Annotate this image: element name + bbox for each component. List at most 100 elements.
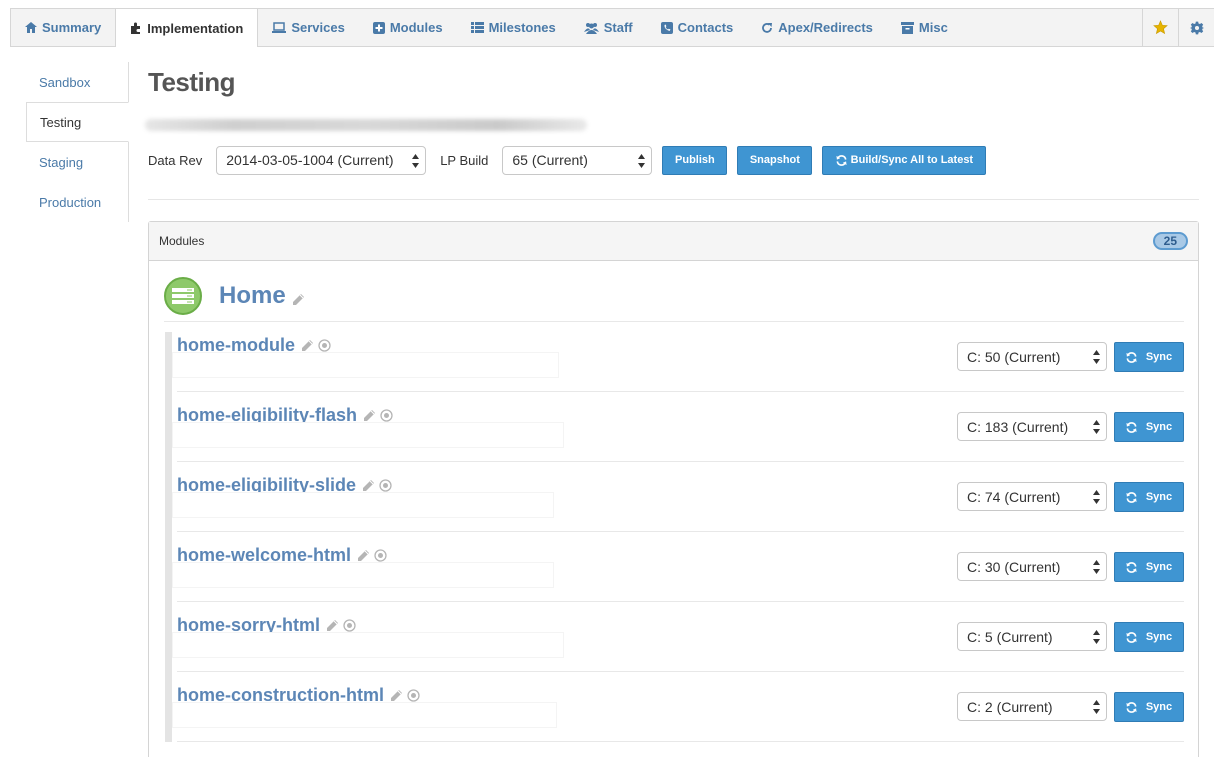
- tab-apex-redirects[interactable]: Apex/Redirects: [747, 9, 887, 46]
- publish-button-label: Publish: [675, 154, 715, 166]
- eye-icon[interactable]: [343, 619, 356, 632]
- select-arrows-icon: [1093, 490, 1100, 504]
- modules-panel: Modules 25 Home home-module C: 50 (Curren…: [148, 221, 1199, 757]
- refresh-icon: [1126, 631, 1141, 643]
- module-group-header: Home: [164, 276, 305, 316]
- snapshot-button[interactable]: Snapshot: [737, 145, 813, 175]
- refresh-icon: [1126, 701, 1141, 713]
- sidebar-item-sandbox[interactable]: Sandbox: [26, 62, 128, 102]
- module-version-select[interactable]: C: 74 (Current): [957, 482, 1107, 511]
- module-version-value: C: 50 (Current): [967, 348, 1061, 365]
- tab-misc[interactable]: Misc: [887, 9, 962, 46]
- pencil-icon[interactable]: [326, 619, 339, 632]
- sync-button[interactable]: Sync: [1114, 482, 1184, 512]
- build-controls: Data Rev 2014-03-05-1004 (Current) LP Bu…: [148, 145, 987, 175]
- sync-button-label: Sync: [1145, 631, 1173, 643]
- module-group-name[interactable]: Home: [219, 282, 286, 310]
- home-icon: [25, 22, 37, 33]
- laptop-icon: [272, 22, 287, 33]
- tab-label: Modules: [389, 20, 443, 35]
- pencil-icon[interactable]: [390, 689, 403, 702]
- eye-icon[interactable]: [379, 479, 392, 492]
- modules-panel-header: Modules 25: [149, 222, 1198, 261]
- pencil-icon[interactable]: [363, 409, 376, 422]
- sync-button[interactable]: Sync: [1114, 412, 1184, 442]
- tab-milestones[interactable]: Milestones: [457, 9, 570, 46]
- tab-staff[interactable]: Staff: [570, 9, 647, 46]
- select-arrows-icon: [1093, 420, 1100, 434]
- sync-button-label: Sync: [1145, 491, 1173, 503]
- sync-button[interactable]: Sync: [1114, 552, 1184, 582]
- snapshot-button-label: Snapshot: [749, 154, 800, 166]
- eye-icon[interactable]: [318, 339, 331, 352]
- settings-button[interactable]: [1178, 9, 1214, 46]
- modules-panel-title: Modules: [159, 234, 205, 248]
- favorite-button[interactable]: [1142, 9, 1178, 46]
- module-version-select[interactable]: C: 50 (Current): [957, 342, 1107, 371]
- tab-implementation[interactable]: Implementation: [115, 8, 259, 47]
- refresh-icon: [836, 154, 847, 166]
- select-arrows-icon: [638, 153, 646, 168]
- pencil-icon[interactable]: [292, 293, 305, 306]
- eye-icon[interactable]: [374, 549, 387, 562]
- redo-icon: [762, 22, 773, 33]
- select-arrows-icon: [1093, 350, 1100, 364]
- sidebar-item-testing[interactable]: Testing: [26, 102, 129, 142]
- sync-button-label: Sync: [1145, 701, 1173, 713]
- tab-modules[interactable]: Modules: [359, 9, 457, 46]
- tab-label: Staff: [603, 20, 633, 35]
- data-rev-value: 2014-03-05-1004 (Current): [226, 152, 394, 168]
- group-indent-bar: [165, 332, 172, 742]
- puzzle-icon: [131, 22, 141, 34]
- star-icon: [1153, 20, 1168, 35]
- tab-label: Misc: [918, 20, 948, 35]
- sync-button[interactable]: Sync: [1114, 692, 1184, 722]
- module-version-select[interactable]: C: 2 (Current): [957, 692, 1107, 721]
- tab-label: Implementation: [147, 20, 244, 36]
- tab-services[interactable]: Services: [258, 9, 359, 46]
- module-row: home-eligibility-flash C: 183 (Current) Sy…: [173, 392, 1184, 462]
- pencil-icon[interactable]: [362, 479, 375, 492]
- tab-contacts[interactable]: Contacts: [647, 9, 748, 46]
- sidebar-item-production[interactable]: Production: [26, 182, 128, 222]
- refresh-icon: [1126, 561, 1141, 573]
- archive-icon: [900, 21, 914, 34]
- top-nav-bar: Summary Implementation Services Modules …: [10, 8, 1214, 47]
- data-rev-select[interactable]: 2014-03-05-1004 (Current): [216, 145, 427, 175]
- sync-button[interactable]: Sync: [1114, 342, 1184, 372]
- sync-button-label: Sync: [1145, 421, 1173, 433]
- gear-icon: [1189, 21, 1204, 34]
- lp-build-value: 65 (Current): [512, 152, 588, 168]
- sidebar-item-staging[interactable]: Staging: [26, 142, 128, 182]
- eye-icon[interactable]: [407, 689, 420, 702]
- module-version-value: C: 2 (Current): [967, 698, 1053, 715]
- refresh-icon: [1126, 351, 1141, 363]
- pencil-icon[interactable]: [357, 549, 370, 562]
- pencil-icon[interactable]: [301, 339, 314, 352]
- module-version-select[interactable]: C: 30 (Current): [957, 552, 1107, 581]
- refresh-icon: [1126, 491, 1141, 503]
- tab-label: Milestones: [488, 20, 556, 35]
- tab-label: Summary: [42, 20, 102, 35]
- plus-square-icon: [372, 21, 385, 34]
- tab-label: Services: [291, 20, 345, 35]
- sync-button[interactable]: Sync: [1114, 622, 1184, 652]
- tab-summary[interactable]: Summary: [11, 9, 115, 46]
- module-version-value: C: 5 (Current): [967, 628, 1053, 645]
- select-arrows-icon: [1093, 630, 1100, 644]
- module-version-select[interactable]: C: 5 (Current): [957, 622, 1107, 651]
- refresh-icon: [1126, 421, 1141, 433]
- build-sync-all-button[interactable]: Build/Sync All to Latest: [822, 145, 987, 175]
- select-arrows-icon: [412, 153, 420, 168]
- lp-build-select[interactable]: 65 (Current): [502, 145, 653, 175]
- module-description: [173, 703, 556, 727]
- publish-button[interactable]: Publish: [662, 145, 728, 175]
- module-version-value: C: 30 (Current): [967, 558, 1061, 575]
- module-row: home-sorry-html C: 5 (Current) Sync: [173, 602, 1184, 672]
- module-description: [173, 633, 563, 657]
- module-version-select[interactable]: C: 183 (Current): [957, 412, 1107, 441]
- module-version-value: C: 74 (Current): [967, 488, 1061, 505]
- lp-build-label: LP Build: [440, 152, 489, 168]
- module-description: [173, 423, 563, 447]
- eye-icon[interactable]: [380, 409, 393, 422]
